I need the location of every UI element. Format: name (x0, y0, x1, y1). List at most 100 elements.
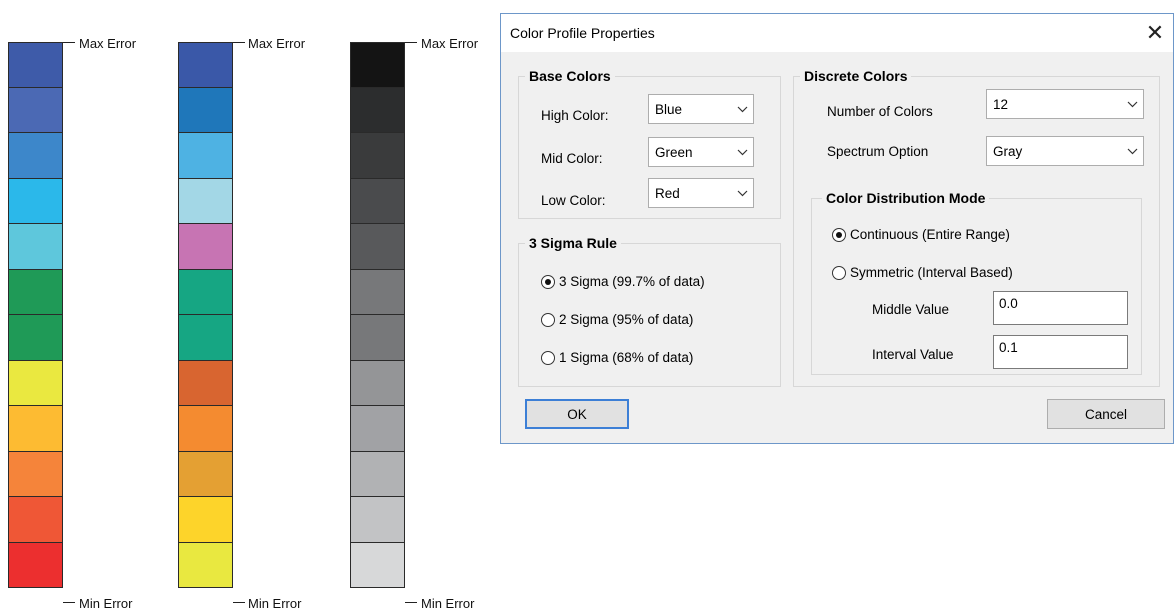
max-error-label: Max Error (79, 36, 137, 51)
color-swatch (350, 315, 405, 361)
chevron-down-icon (731, 190, 753, 197)
color-swatch (8, 406, 63, 452)
cancel-button[interactable]: Cancel (1047, 399, 1165, 429)
color-profile-dialog: Color Profile Properties ✕ Base Colors H… (500, 13, 1174, 444)
color-swatch (8, 451, 63, 497)
color-swatch (178, 178, 233, 224)
chevron-down-icon (1121, 101, 1143, 108)
color-swatch (178, 224, 233, 270)
color-swatch (178, 360, 233, 406)
radio-label: 1 Sigma (68% of data) (559, 350, 694, 365)
color-swatch (350, 178, 405, 224)
color-scale-bar (8, 42, 63, 588)
mid-color-select[interactable]: Green (648, 137, 754, 167)
color-swatch (350, 42, 405, 88)
color-swatch (8, 178, 63, 224)
color-swatch (8, 497, 63, 543)
radio-option[interactable]: Symmetric (Interval Based) (832, 265, 1013, 280)
low-color-value: Red (655, 185, 680, 201)
number-of-colors-value: 12 (993, 96, 1009, 112)
interval-value-input[interactable]: 0.1 (993, 335, 1128, 369)
distribution-mode-title: Color Distribution Mode (822, 190, 990, 206)
radio-option[interactable]: 2 Sigma (95% of data) (541, 312, 693, 327)
radio-label: 3 Sigma (99.7% of data) (559, 274, 705, 289)
max-tick (233, 42, 245, 43)
color-swatch (350, 133, 405, 179)
color-swatch (350, 451, 405, 497)
color-swatch (178, 42, 233, 88)
min-tick (405, 602, 417, 603)
radio-option[interactable]: 3 Sigma (99.7% of data) (541, 274, 705, 289)
radio-label: Symmetric (Interval Based) (850, 265, 1013, 280)
base-colors-title: Base Colors (525, 68, 615, 84)
color-swatch (8, 360, 63, 406)
mid-color-value: Green (655, 144, 693, 160)
color-swatch (8, 315, 63, 361)
min-tick (233, 602, 245, 603)
radio-option[interactable]: Continuous (Entire Range) (832, 227, 1010, 242)
color-swatch (178, 406, 233, 452)
color-swatch (350, 497, 405, 543)
color-swatch (350, 269, 405, 315)
color-scale-bar (350, 42, 405, 588)
max-error-label: Max Error (248, 36, 306, 51)
color-swatch (350, 224, 405, 270)
radio-label: 2 Sigma (95% of data) (559, 312, 694, 327)
mid-color-label: Mid Color: (541, 151, 603, 166)
color-swatch (8, 42, 63, 88)
discrete-colors-title: Discrete Colors (800, 68, 912, 84)
color-swatch (8, 133, 63, 179)
number-of-colors-select[interactable]: 12 (986, 89, 1144, 119)
chevron-down-icon (1121, 148, 1143, 155)
sigma-rule-group: 3 Sigma Rule 3 Sigma (99.7% of data) 2 Si… (518, 235, 781, 387)
distribution-mode-group: Color Distribution Mode Continuous (Enti… (811, 190, 1142, 375)
min-error-label: Min Error (79, 596, 133, 611)
color-swatch (350, 542, 405, 588)
high-color-select[interactable]: Blue (648, 94, 754, 124)
color-swatch (8, 269, 63, 315)
max-tick (405, 42, 417, 43)
dialog-title: Color Profile Properties (510, 25, 655, 41)
radio-button[interactable] (832, 265, 846, 280)
spectrum-option-value: Gray (993, 143, 1023, 159)
spectrum-option-label: Spectrum Option (827, 144, 929, 159)
close-icon[interactable]: ✕ (1137, 14, 1173, 52)
color-swatch (350, 87, 405, 133)
chevron-down-icon (731, 149, 753, 156)
color-swatch (178, 87, 233, 133)
min-error-label: Min Error (248, 596, 302, 611)
base-colors-group: Base Colors High Color: Blue Mid Color: … (518, 68, 781, 219)
low-color-label: Low Color: (541, 193, 606, 208)
radio-label: Continuous (Entire Range) (850, 227, 1010, 242)
color-swatch (178, 542, 233, 588)
color-swatch (178, 315, 233, 361)
number-of-colors-label: Number of Colors (827, 104, 933, 119)
high-color-value: Blue (655, 101, 683, 117)
radio-option[interactable]: 1 Sigma (68% of data) (541, 350, 693, 365)
discrete-colors-group: Discrete Colors Number of Colors 12 Spec… (793, 68, 1160, 387)
color-swatch (178, 451, 233, 497)
max-tick (63, 42, 75, 43)
max-error-label: Max Error (421, 36, 479, 51)
middle-value-label: Middle Value (872, 302, 950, 317)
sigma-rule-title: 3 Sigma Rule (525, 235, 621, 251)
chevron-down-icon (731, 106, 753, 113)
min-tick (63, 602, 75, 603)
radio-button[interactable] (541, 312, 555, 327)
radio-button[interactable] (832, 227, 846, 242)
color-swatch (8, 542, 63, 588)
color-swatch (350, 360, 405, 406)
dialog-titlebar: Color Profile Properties ✕ (501, 14, 1173, 52)
ok-button[interactable]: OK (525, 399, 629, 429)
middle-value-input[interactable]: 0.0 (993, 291, 1128, 325)
radio-button[interactable] (541, 274, 555, 289)
high-color-label: High Color: (541, 108, 609, 123)
low-color-select[interactable]: Red (648, 178, 754, 208)
spectrum-option-select[interactable]: Gray (986, 136, 1144, 166)
interval-value-label: Interval Value (872, 347, 954, 362)
color-swatch (178, 269, 233, 315)
radio-button[interactable] (541, 350, 555, 365)
min-error-label: Min Error (421, 596, 475, 611)
color-swatch (350, 406, 405, 452)
color-swatch (8, 87, 63, 133)
